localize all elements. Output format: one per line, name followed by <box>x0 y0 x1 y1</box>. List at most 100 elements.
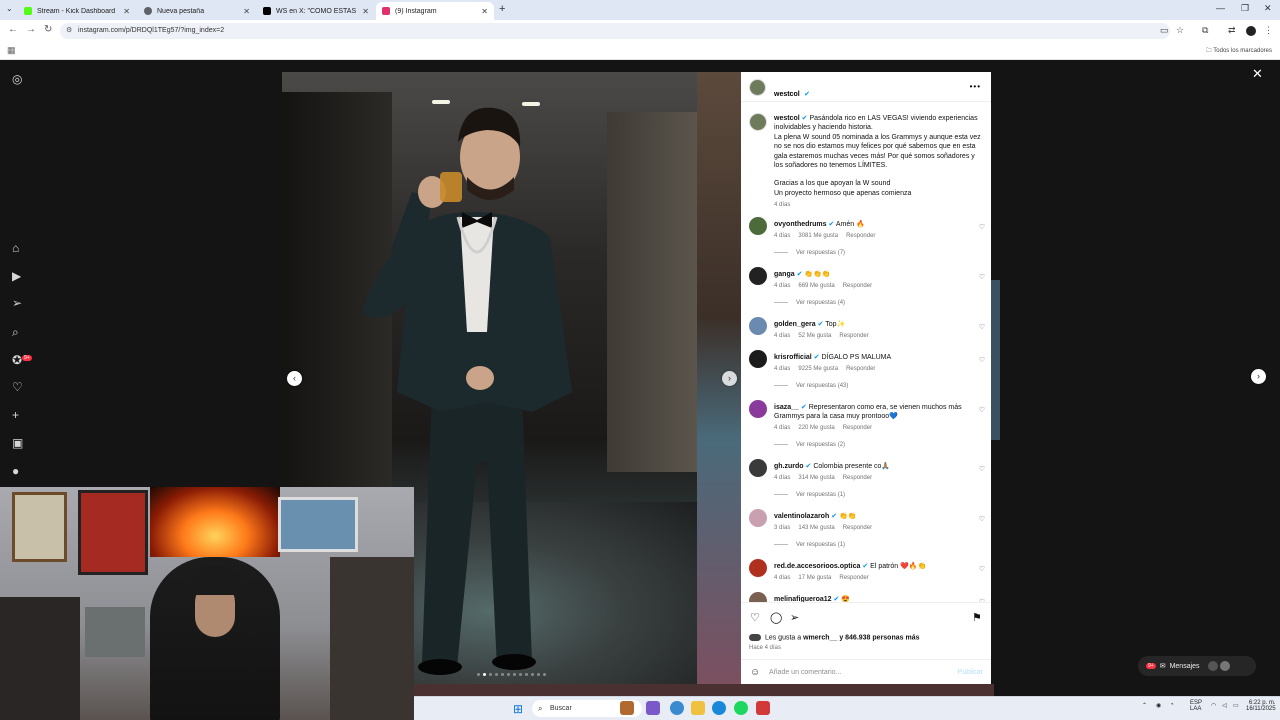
share-icon[interactable]: ➢ <box>790 611 799 624</box>
comment-likes[interactable]: 3081 Me gusta <box>798 233 838 239</box>
apps-grid-icon[interactable]: ▦ <box>7 45 16 56</box>
close-tab-icon[interactable]: ✕ <box>481 7 488 16</box>
publish-button[interactable]: Publicar <box>958 669 983 676</box>
comment-like-icon[interactable]: ♡ <box>979 356 985 364</box>
reply-button[interactable]: Responder <box>839 575 868 581</box>
comment-like-icon[interactable]: ♡ <box>979 465 985 473</box>
commenter-username[interactable]: ganga <box>774 271 795 278</box>
view-replies-button[interactable]: Ver respuestas (7) <box>774 250 845 256</box>
likes-user[interactable]: wmerch__ <box>803 634 837 641</box>
like-heart-icon[interactable]: ♡ <box>750 611 760 624</box>
tray-icon[interactable]: ◔ <box>1170 702 1174 708</box>
emoji-icon[interactable]: ☺ <box>750 667 760 678</box>
view-replies-button[interactable]: Ver respuestas (4) <box>774 300 845 306</box>
commenter-username[interactable]: gh.zurdo <box>774 463 804 470</box>
profile-icon[interactable]: ● <box>12 464 19 478</box>
comment-like-icon[interactable]: ♡ <box>979 515 985 523</box>
comment-like-icon[interactable]: ♡ <box>979 406 985 414</box>
close-modal-icon[interactable]: ✕ <box>1252 66 1263 82</box>
reply-button[interactable]: Responder <box>839 333 868 339</box>
comment-like-icon[interactable]: ♡ <box>979 565 985 573</box>
commenter-username[interactable]: golden_gera <box>774 321 816 328</box>
view-replies-button[interactable]: Ver respuestas (1) <box>774 542 845 548</box>
commenter-username[interactable]: krisrofficial <box>774 354 812 361</box>
comment-like-icon[interactable]: ♡ <box>979 323 985 331</box>
reply-button[interactable]: Responder <box>843 283 872 289</box>
wifi-icon[interactable]: ◠ <box>1211 702 1216 709</box>
previous-image-button[interactable]: ‹ <box>287 371 302 386</box>
language-indicator[interactable]: ESP LAA <box>1190 700 1202 712</box>
reply-button[interactable]: Responder <box>843 475 872 481</box>
view-replies-button[interactable]: Ver respuestas (2) <box>774 442 845 448</box>
create-icon[interactable]: + <box>12 408 19 422</box>
commenter-avatar[interactable] <box>749 559 767 577</box>
tab-instagram[interactable]: (9) Instagram ✕ <box>376 2 494 20</box>
commenter-avatar[interactable] <box>749 509 767 527</box>
comment-input[interactable]: Añade un comentario... <box>769 669 841 676</box>
copilot-icon[interactable] <box>646 701 660 715</box>
minimize-icon[interactable]: — <box>1216 3 1225 13</box>
commenter-avatar[interactable] <box>749 317 767 335</box>
menu-icon[interactable]: ⋮ <box>1264 25 1273 36</box>
more-options-icon[interactable]: ••• <box>970 82 981 91</box>
reply-button[interactable]: Responder <box>843 425 872 431</box>
view-replies-button[interactable]: Ver respuestas (43) <box>774 383 848 389</box>
instagram-logo-icon[interactable]: ◎ <box>12 72 22 86</box>
cast-icon[interactable]: ▭ <box>1160 25 1169 36</box>
commenter-avatar[interactable] <box>749 459 767 477</box>
direct-messages-icon[interactable]: ➢ <box>12 296 22 310</box>
commenter-username[interactable]: red.de.accesorioos.optica <box>774 563 860 570</box>
tab-new[interactable]: Nueva pestaña ✕ <box>138 2 256 20</box>
search-icon[interactable]: ⌕ <box>12 325 19 340</box>
battery-icon[interactable]: ▭ <box>1233 702 1239 709</box>
comment-likes[interactable]: 143 Me gusta <box>798 525 834 531</box>
commenter-avatar[interactable] <box>749 217 767 235</box>
reply-button[interactable]: Responder <box>846 366 875 372</box>
view-replies-button[interactable]: Ver respuestas (1) <box>774 492 845 498</box>
reels-icon[interactable]: ▶ <box>12 269 21 283</box>
commenter-username[interactable]: ovyonthedrums <box>774 221 827 228</box>
dashboard-icon[interactable]: ▣ <box>12 436 23 450</box>
home-icon[interactable]: ⌂ <box>12 241 19 255</box>
likes-summary[interactable]: Les gusta a wmerch__ y 846.938 personas … <box>749 634 919 641</box>
reply-button[interactable]: Responder <box>843 525 872 531</box>
comment-likes[interactable]: 9225 Me gusta <box>798 366 838 372</box>
back-icon[interactable]: ← <box>8 24 18 35</box>
comment-icon[interactable]: ◯ <box>770 611 782 624</box>
messages-button[interactable]: 9+ ✉ Mensajes <box>1138 656 1256 676</box>
chevron-up-icon[interactable]: ⌃ <box>1142 702 1147 709</box>
forward-icon[interactable]: → <box>26 24 36 35</box>
comment-likes[interactable]: 669 Me gusta <box>798 283 834 289</box>
address-bar[interactable]: ⚙ instagram.com/p/DRDQl1TEg57/?img_index… <box>60 23 1170 39</box>
author-username[interactable]: westcol <box>774 91 800 98</box>
comment-likes[interactable]: 52 Me gusta <box>798 333 831 339</box>
tab-kick[interactable]: Stream - Kick Dashboard ✕ <box>18 2 136 20</box>
caption-avatar[interactable] <box>749 113 767 131</box>
reply-button[interactable]: Responder <box>846 233 875 239</box>
author-avatar[interactable] <box>749 79 766 96</box>
bookmark-star-icon[interactable]: ☆ <box>1176 25 1184 36</box>
restore-icon[interactable]: ❐ <box>1241 3 1249 14</box>
chrome-icon[interactable] <box>670 701 684 715</box>
likes-count[interactable]: y 846.938 personas más <box>839 634 919 641</box>
explore-icon[interactable]: ✪ <box>12 353 22 367</box>
close-tab-icon[interactable]: ✕ <box>362 7 369 16</box>
commenter-avatar[interactable] <box>749 400 767 418</box>
file-explorer-icon[interactable] <box>691 701 705 715</box>
commenter-username[interactable]: valentinolazaroh <box>774 513 829 520</box>
tab-x[interactable]: WS en X: "COMO ESTAS DOS F ✕ <box>257 2 375 20</box>
windows-start-icon[interactable]: ⊞ <box>513 702 523 716</box>
profile-avatar[interactable] <box>1246 26 1256 36</box>
close-tab-icon[interactable]: ✕ <box>243 7 250 16</box>
spotify-icon[interactable] <box>734 701 748 715</box>
comment-likes[interactable]: 220 Me gusta <box>798 425 834 431</box>
next-post-button[interactable]: › <box>1251 369 1266 384</box>
all-bookmarks-button[interactable]: 🗀 Todos los marcadores <box>1206 46 1272 56</box>
comment-like-icon[interactable]: ♡ <box>979 223 985 231</box>
volume-icon[interactable]: ◁ <box>1222 702 1227 709</box>
save-bookmark-icon[interactable]: ⚑ <box>972 611 982 624</box>
clock[interactable]: 6:22 p. m. 16/11/2025 <box>1246 700 1276 712</box>
extensions-icon[interactable]: ⧉ <box>1202 25 1208 36</box>
app-icon[interactable] <box>756 701 770 715</box>
commenter-avatar[interactable] <box>749 350 767 368</box>
